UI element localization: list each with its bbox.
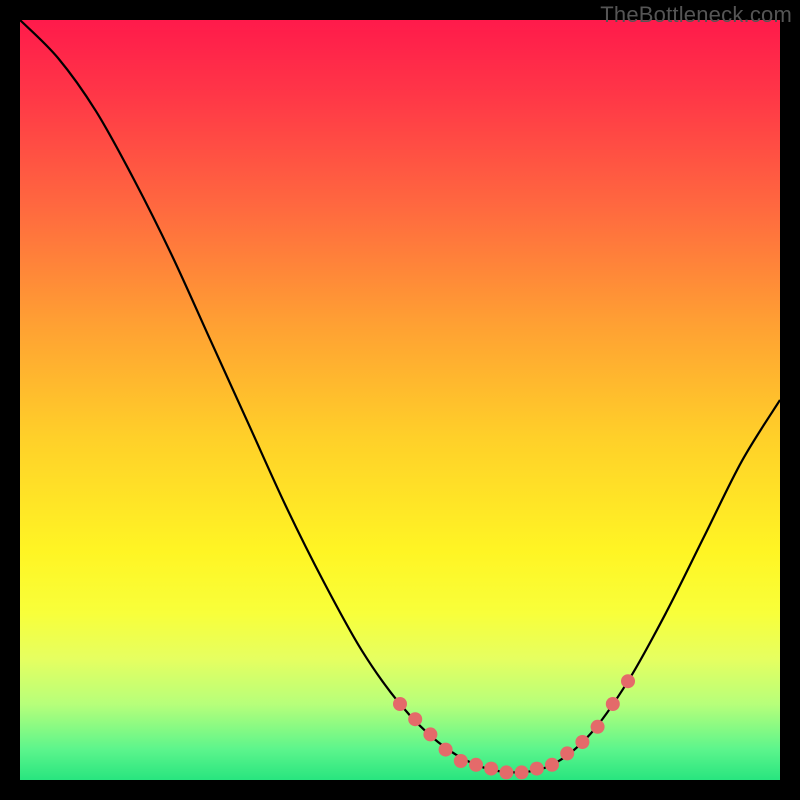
watermark-text: TheBottleneck.com xyxy=(600,2,792,28)
marker-point xyxy=(439,743,453,757)
marker-point xyxy=(606,697,620,711)
marker-point xyxy=(591,720,605,734)
chart-plot-area xyxy=(20,20,780,780)
marker-point xyxy=(393,697,407,711)
marker-point xyxy=(515,765,529,779)
marker-point xyxy=(575,735,589,749)
marker-point xyxy=(423,727,437,741)
marker-point xyxy=(621,674,635,688)
marker-point xyxy=(545,758,559,772)
marker-point xyxy=(469,758,483,772)
gradient-background xyxy=(20,20,780,780)
marker-point xyxy=(560,746,574,760)
marker-point xyxy=(499,765,513,779)
chart-svg xyxy=(20,20,780,780)
marker-point xyxy=(408,712,422,726)
marker-point xyxy=(530,762,544,776)
marker-point xyxy=(484,762,498,776)
marker-point xyxy=(454,754,468,768)
